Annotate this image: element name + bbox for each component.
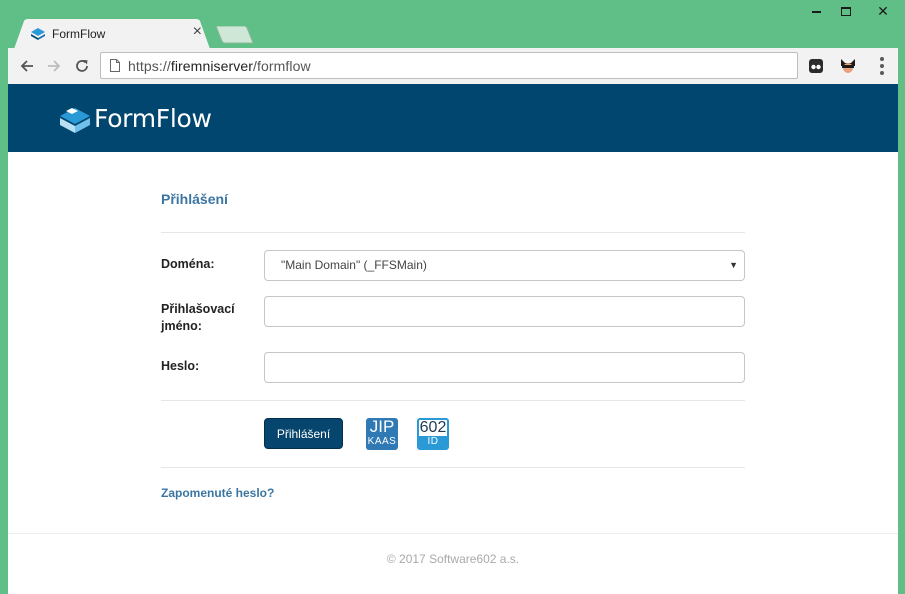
browser-tab[interactable]: FormFlow × [14,19,210,49]
tab-title: FormFlow [52,27,106,41]
url-path: /formflow [253,58,311,74]
username-field-wrapper [264,296,745,327]
minimize-button[interactable] [801,0,831,22]
window-controls: ✕ [801,0,905,24]
divider [161,400,745,401]
close-window-button[interactable]: ✕ [861,0,905,22]
maximize-button[interactable] [831,0,861,22]
forgot-password-link[interactable]: Zapomenuté heslo? [161,486,274,500]
browser-menu-button[interactable] [872,56,892,76]
username-label-line1: Přihlašovací [161,302,235,316]
602-badge-bottom: ID [419,436,447,448]
address-bar[interactable]: https://firemniserver/formflow [100,52,798,79]
site-header: FormFlow [8,84,898,152]
forward-button[interactable] [43,55,65,77]
footer-divider [8,533,898,534]
url-scheme: https:// [128,58,171,74]
browser-toolbar: https://firemniserver/formflow [8,48,898,84]
password-field-wrapper [264,352,745,383]
username-input[interactable] [265,297,744,326]
dropdown-arrow-icon: ▼ [729,260,738,270]
602-id-login-button[interactable]: 602 ID [417,418,449,450]
window-titlebar: ✕ FormFlow × [0,0,905,49]
divider [161,232,745,233]
domain-select[interactable]: "Main Domain" (_FFSMain) ▼ [264,250,745,281]
username-label: Přihlašovací jméno: [161,301,235,335]
back-arrow-icon [20,60,33,72]
password-label: Heslo: [161,359,200,373]
login-heading: Přihlášení [161,191,228,207]
username-label-line2: jméno: [161,319,202,333]
jip-badge-bottom: KAAS [367,436,397,447]
brand-name: FormFlow [94,104,212,133]
reload-icon [76,60,88,72]
login-button[interactable]: Přihlášení [264,418,343,449]
tab-close-icon[interactable]: × [193,24,202,40]
incognito-extension-button[interactable] [837,55,859,77]
menu-dot-icon [880,71,884,75]
forward-arrow-icon [48,60,61,72]
menu-dot-icon [880,64,884,68]
minimize-icon [811,11,821,13]
page-icon [110,59,120,72]
menu-dot-icon [880,57,884,61]
url-host: firemniserver [170,58,254,74]
url-text: https://firemniserver/formflow [128,58,311,74]
divider [161,467,745,468]
footer-copyright: © 2017 Software602 a.s. [386,552,520,566]
page-viewport: FormFlow Přihlášení Doména: "Main Domain… [8,84,898,594]
new-tab-button[interactable] [216,26,254,44]
back-button[interactable] [16,55,38,77]
incognito-icon [841,59,855,73]
close-icon: ✕ [877,3,889,19]
reload-button[interactable] [71,55,93,77]
jip-kaas-login-button[interactable]: JIP KAAS [366,418,398,450]
formflow-favicon-icon [31,28,45,40]
password-input[interactable] [265,353,744,382]
formflow-logo-icon [60,108,90,133]
domain-select-value: "Main Domain" (_FFSMain) [281,258,427,272]
domain-label: Doména: [161,257,215,271]
602-badge-top: 602 [419,419,447,436]
ghostery-extension-button[interactable] [805,55,827,77]
maximize-icon [841,6,851,16]
jip-badge-top: JIP [369,418,395,436]
ghostery-icon [809,59,823,73]
